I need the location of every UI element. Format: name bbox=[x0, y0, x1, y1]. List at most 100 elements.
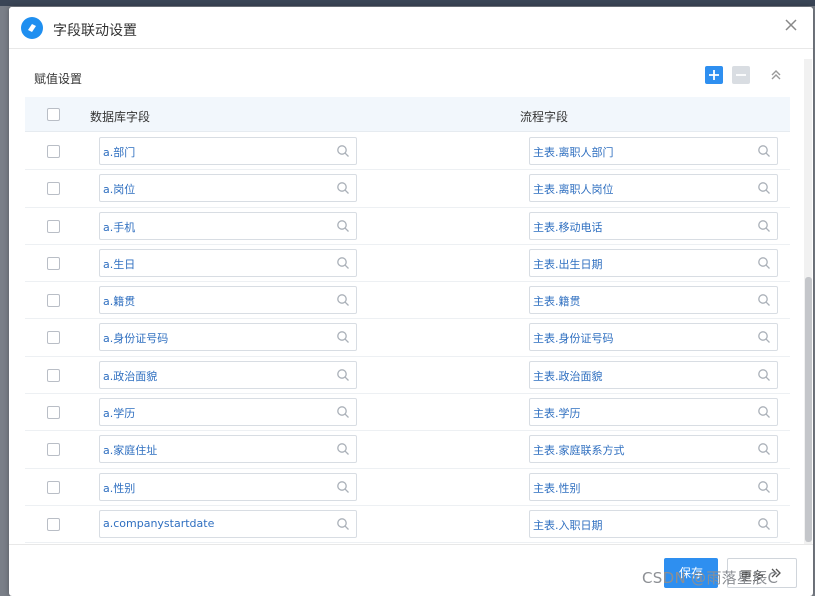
search-icon[interactable] bbox=[336, 181, 350, 195]
flow-field-value: 主表.移动电话 bbox=[533, 220, 603, 234]
row-checkbox[interactable] bbox=[47, 294, 60, 308]
db-field-input[interactable]: a.籍贯 bbox=[99, 286, 357, 315]
flow-field-input[interactable]: 主表.家庭联系方式 bbox=[529, 435, 778, 464]
db-field-input[interactable]: a.companystartdate bbox=[99, 509, 357, 538]
search-icon[interactable] bbox=[336, 293, 350, 307]
flow-field-input[interactable]: 主表.移动电话 bbox=[529, 211, 778, 240]
db-field-value: a.部门 bbox=[103, 146, 136, 159]
search-icon[interactable] bbox=[336, 368, 350, 382]
flow-field-value: 主表.离职人部门 bbox=[533, 146, 614, 159]
flow-field-input[interactable]: 主表.政治面貌 bbox=[529, 360, 778, 389]
search-icon[interactable] bbox=[757, 480, 771, 494]
row-checkbox[interactable] bbox=[47, 517, 60, 531]
flow-field-input[interactable]: 主表.离职人部门 bbox=[529, 137, 778, 165]
row-checkbox[interactable] bbox=[47, 406, 60, 420]
table-row: a.生日 主表.出生日期 bbox=[25, 245, 790, 283]
scrollbar-thumb[interactable] bbox=[805, 277, 812, 542]
flow-field-value: 主表.入职日期 bbox=[533, 518, 603, 532]
db-field-input[interactable]: a.政治面貌 bbox=[99, 360, 357, 389]
table-row: a.学历 主表.学历 bbox=[25, 394, 790, 432]
db-field-value: a.手机 bbox=[103, 220, 136, 234]
row-checkbox[interactable] bbox=[47, 182, 60, 196]
flow-field-input[interactable]: 主表.籍贯 bbox=[529, 286, 778, 315]
table-row: a.身份证号码 主表.身份证号码 bbox=[25, 319, 790, 357]
table-row: a.部门 主表.离职人部门 bbox=[25, 133, 790, 171]
db-field-input[interactable]: a.生日 bbox=[99, 248, 357, 277]
collapse-section-button[interactable] bbox=[769, 68, 783, 82]
table-row: a.政治面貌 主表.政治面貌 bbox=[25, 357, 790, 395]
db-field-value: a.companystartdate bbox=[103, 516, 215, 530]
flow-field-value: 主表.家庭联系方式 bbox=[533, 444, 625, 458]
flow-field-input[interactable]: 主表.离职人岗位 bbox=[529, 174, 778, 203]
db-field-input[interactable]: a.学历 bbox=[99, 398, 357, 427]
flow-field-value: 主表.性别 bbox=[533, 481, 581, 495]
search-icon[interactable] bbox=[757, 330, 771, 344]
column-header-db-field: 数据库字段 bbox=[90, 110, 151, 124]
db-field-value: a.性别 bbox=[103, 481, 136, 495]
flow-field-value: 主表.学历 bbox=[533, 407, 581, 421]
page-backdrop bbox=[0, 0, 815, 6]
row-checkbox[interactable] bbox=[47, 219, 60, 233]
search-icon[interactable] bbox=[336, 330, 350, 344]
flow-field-value: 主表.籍贯 bbox=[533, 295, 581, 309]
close-icon[interactable] bbox=[783, 17, 799, 33]
flow-field-input[interactable]: 主表.学历 bbox=[529, 398, 778, 427]
db-field-value: a.政治面貌 bbox=[103, 369, 158, 383]
search-icon[interactable] bbox=[757, 442, 771, 456]
select-all-checkbox[interactable] bbox=[47, 108, 60, 121]
flow-field-input[interactable]: 主表.入职日期 bbox=[529, 509, 778, 538]
remove-row-button[interactable] bbox=[732, 66, 750, 84]
assignment-section-header: 赋值设置 bbox=[25, 59, 791, 95]
table-row: a.手机 主表.移动电话 bbox=[25, 208, 790, 245]
flow-field-input[interactable]: 主表.出生日期 bbox=[529, 248, 778, 277]
row-checkbox[interactable] bbox=[47, 145, 60, 158]
search-icon[interactable] bbox=[757, 256, 771, 270]
flow-field-value: 主表.身份证号码 bbox=[533, 332, 614, 346]
search-icon[interactable] bbox=[336, 144, 350, 158]
add-row-button[interactable] bbox=[705, 66, 723, 84]
row-checkbox[interactable] bbox=[47, 480, 60, 494]
flow-field-input[interactable]: 主表.身份证号码 bbox=[529, 323, 778, 352]
table-row: a.家庭住址 主表.家庭联系方式 bbox=[25, 431, 790, 469]
db-field-input[interactable]: a.手机 bbox=[99, 211, 357, 240]
column-header-flow-field: 流程字段 bbox=[520, 110, 569, 124]
section-title: 赋值设置 bbox=[34, 72, 83, 86]
row-checkbox[interactable] bbox=[47, 443, 60, 457]
search-icon[interactable] bbox=[757, 144, 771, 158]
search-icon[interactable] bbox=[757, 517, 771, 531]
table-row: a.companystartdate 主表.入职日期 bbox=[25, 506, 790, 543]
search-icon[interactable] bbox=[336, 517, 350, 531]
row-checkbox[interactable] bbox=[47, 256, 60, 270]
db-field-value: a.籍贯 bbox=[103, 295, 136, 309]
search-icon[interactable] bbox=[336, 405, 350, 419]
dialog-title: 字段联动设置 bbox=[53, 23, 137, 39]
search-icon[interactable] bbox=[336, 442, 350, 456]
search-icon[interactable] bbox=[757, 181, 771, 195]
search-icon[interactable] bbox=[757, 368, 771, 382]
db-field-input[interactable]: a.性别 bbox=[99, 472, 357, 501]
table-row: a.籍贯 主表.籍贯 bbox=[25, 282, 790, 320]
field-linkage-dialog: 字段联动设置 赋值设置 数据库字段 流程字段 a.部门 主表.离职人部门 a.岗位主… bbox=[9, 7, 813, 596]
db-field-value: a.生日 bbox=[103, 257, 136, 271]
db-field-value: a.身份证号码 bbox=[103, 332, 169, 346]
db-field-input[interactable]: a.身份证号码 bbox=[99, 323, 357, 352]
flow-field-input[interactable]: 主表.性别 bbox=[529, 472, 778, 501]
search-icon[interactable] bbox=[757, 293, 771, 307]
search-icon[interactable] bbox=[757, 405, 771, 419]
table-header: 数据库字段 流程字段 bbox=[25, 97, 790, 132]
flow-field-value: 主表.政治面貌 bbox=[533, 369, 603, 383]
db-field-input[interactable]: a.部门 bbox=[99, 137, 357, 165]
db-field-value: a.学历 bbox=[103, 407, 136, 421]
db-field-input[interactable]: a.岗位 bbox=[99, 174, 357, 203]
row-checkbox[interactable] bbox=[47, 368, 60, 382]
csdn-watermark: CSDN @雨落星辰C bbox=[642, 569, 779, 587]
row-checkbox[interactable] bbox=[47, 331, 60, 345]
search-icon[interactable] bbox=[336, 256, 350, 270]
plus-icon bbox=[709, 70, 719, 80]
chevron-up-icon bbox=[771, 70, 781, 80]
db-field-input[interactable]: a.家庭住址 bbox=[99, 435, 357, 464]
search-icon[interactable] bbox=[336, 480, 350, 494]
app-logo-icon bbox=[21, 17, 43, 39]
search-icon[interactable] bbox=[336, 219, 350, 233]
search-icon[interactable] bbox=[757, 219, 771, 233]
